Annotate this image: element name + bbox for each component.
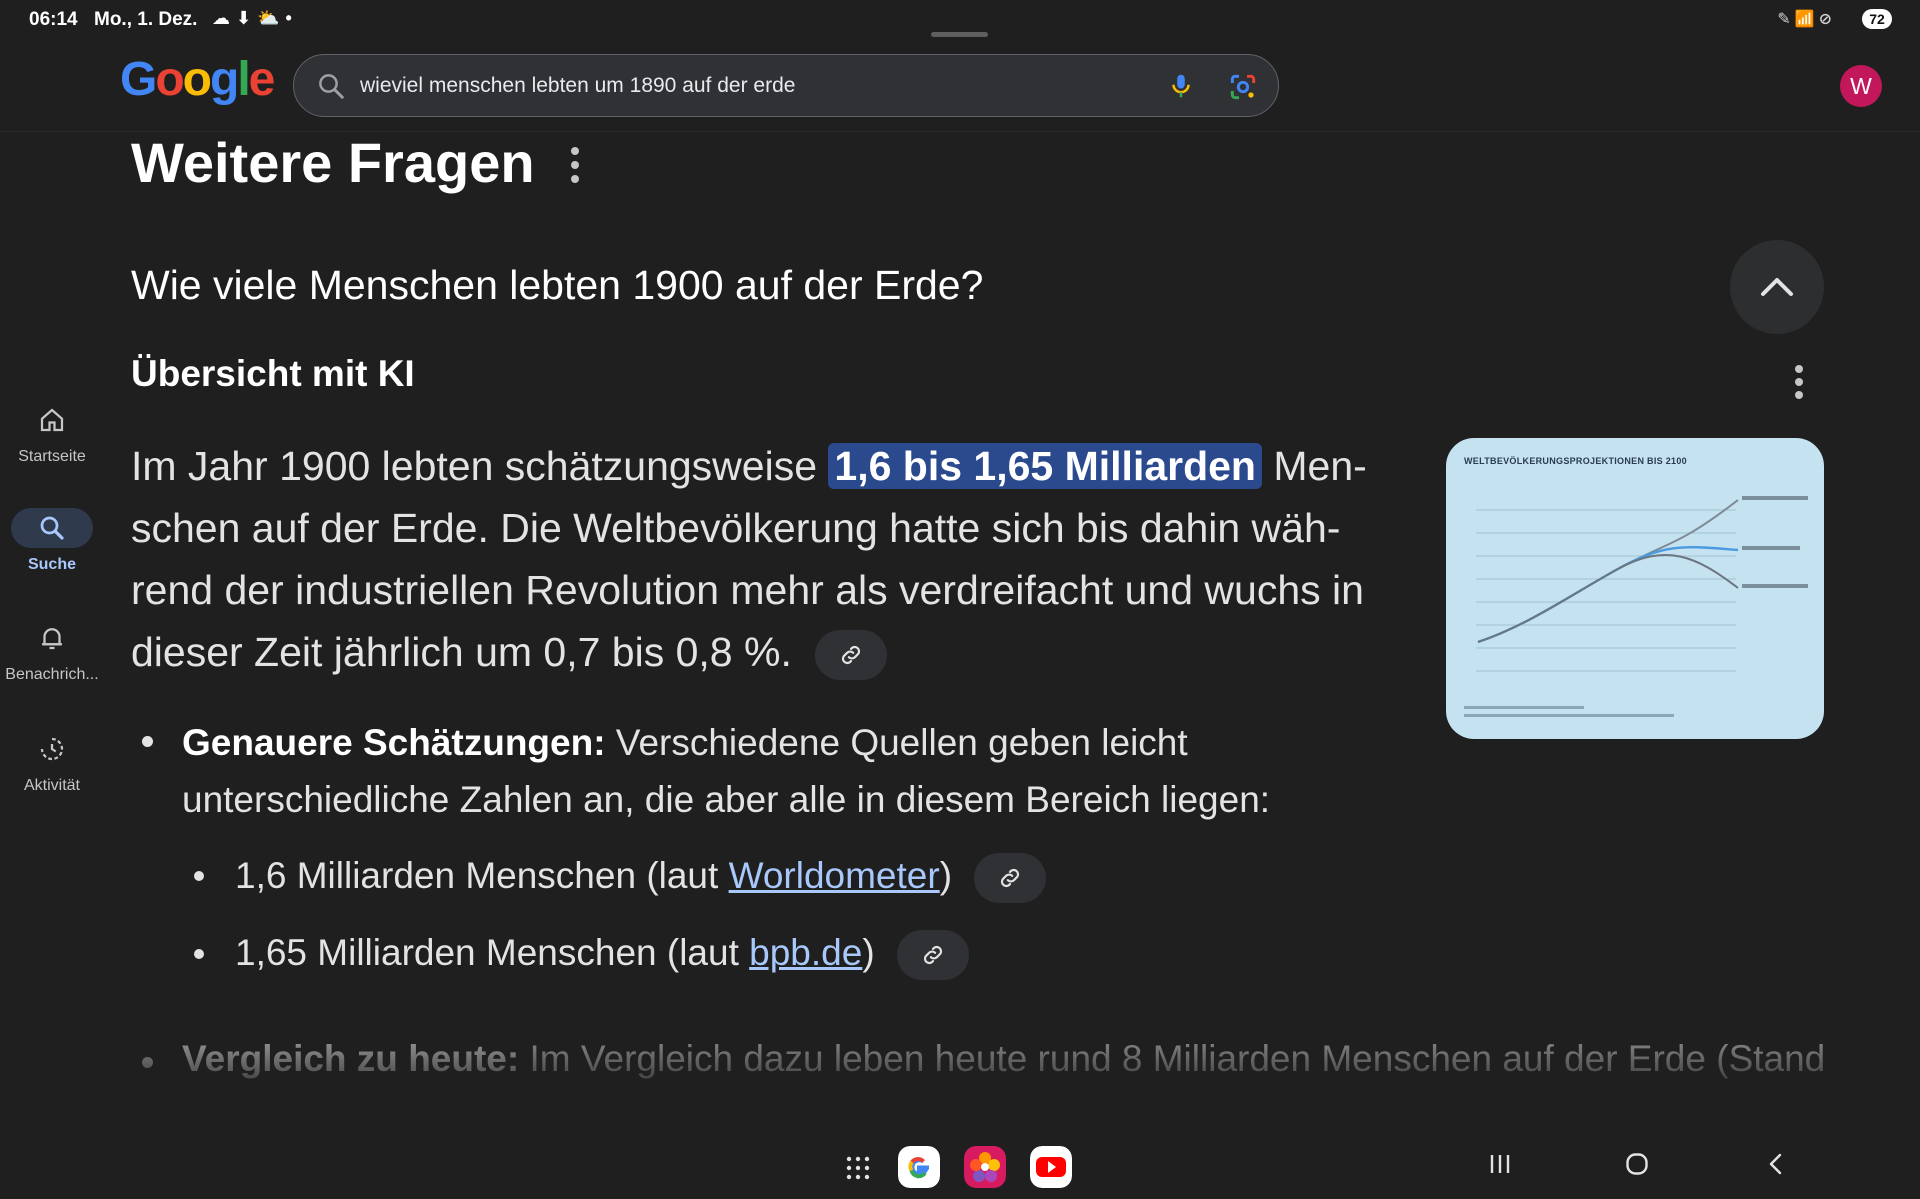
more-options-icon[interactable] <box>1786 362 1812 402</box>
list-item: 1,65 Milliarden Menschen (laut bpb.de) <box>235 930 969 980</box>
sidebar-item-suche[interactable]: Suche <box>0 508 104 608</box>
download-icon: ⬇ <box>236 8 258 28</box>
recents-icon[interactable] <box>1488 1152 1512 1176</box>
search-query-text: wieviel menschen lebten um 1890 auf der … <box>360 74 796 97</box>
drag-handle[interactable] <box>931 32 988 37</box>
link-icon <box>923 945 943 965</box>
avatar[interactable]: W <box>1840 65 1882 107</box>
source-link-button[interactable] <box>974 853 1047 903</box>
chevron-up-icon <box>1761 278 1793 296</box>
link-icon <box>1001 868 1020 888</box>
question-heading[interactable]: Wie viele Menschen lebten 1900 auf der E… <box>131 262 983 309</box>
sidebar-item-label: Aktivität <box>23 777 80 794</box>
taskbar <box>0 1130 1920 1199</box>
google-lens-icon[interactable] <box>1227 71 1259 103</box>
ai-answer-paragraph: Im Jahr 1900 lebten schätzungsweise 1,6 … <box>131 435 1406 683</box>
source-link-bpb[interactable]: bpb.de <box>749 932 862 973</box>
back-icon[interactable] <box>1764 1152 1788 1176</box>
sidebar-item-benachrichtigungen[interactable]: Benachrich... <box>0 618 104 718</box>
ai-overview-heading: Übersicht mit KI <box>131 353 415 394</box>
bullet-dot <box>194 871 204 881</box>
list-item: Genauere Schätzungen: Verschiedene Quell… <box>182 722 1271 820</box>
google-logo[interactable]: Google <box>120 52 275 107</box>
youtube-app-icon[interactable] <box>1030 1146 1072 1188</box>
list-item: 1,6 Milliarden Menschen (laut Worldomete… <box>235 853 1047 903</box>
link-icon <box>842 646 861 665</box>
source-link-button[interactable] <box>896 930 969 980</box>
wifi-icon: 📶 <box>1794 11 1819 28</box>
search-header: Google wieviel menschen lebten um 1890 a… <box>0 40 1920 132</box>
more-options-icon[interactable] <box>562 143 588 187</box>
cloud-sun-icon: ⛅ <box>257 8 286 28</box>
cloud-icon: ☁ <box>212 8 236 28</box>
source-link-worldometer[interactable]: Worldometer <box>729 855 940 896</box>
list-item: Vergleich zu heute: Im Vergleich dazu le… <box>182 1038 1826 1079</box>
bullet-dot <box>142 1057 153 1068</box>
activity-icon <box>40 737 64 761</box>
gallery-app-icon[interactable] <box>964 1146 1006 1188</box>
status-date: Mo., 1. Dez. <box>94 9 198 30</box>
thumbnail-chart-image <box>1464 496 1808 717</box>
section-title: Weitere Fragen <box>131 131 535 194</box>
sidebar-item-label: Startseite <box>18 448 86 465</box>
source-link-button[interactable] <box>815 630 888 681</box>
search-icon <box>319 74 344 99</box>
search-input[interactable]: wieviel menschen lebten um 1890 auf der … <box>293 54 1279 117</box>
home-icon <box>40 408 64 432</box>
sidebar-item-label: Suche <box>27 556 76 573</box>
bullet-dot <box>194 949 204 959</box>
dot-icon: • <box>285 8 298 28</box>
search-icon <box>40 516 64 540</box>
answer-highlight: 1,6 bis 1,65 Milliarden <box>828 443 1262 489</box>
sidebar-item-label: Benachrich... <box>5 666 99 683</box>
home-nav-icon[interactable] <box>1625 1152 1649 1176</box>
google-app-icon[interactable] <box>898 1146 940 1188</box>
mic-icon[interactable] <box>1166 71 1196 101</box>
population-chart-thumbnail[interactable]: WELTBEVÖLKERUNGSPROJEKTIONEN BIS 2100 <box>1446 438 1824 739</box>
bell-icon <box>42 628 62 650</box>
status-system-icons: ✎📶⊘ <box>1777 9 1836 29</box>
collapse-button[interactable] <box>1730 240 1824 334</box>
status-notification-icons: ☁⬇⛅• <box>212 8 298 29</box>
pen-icon: ✎ <box>1777 11 1795 28</box>
dnd-icon: ⊘ <box>1818 11 1836 28</box>
battery-indicator: 72 <box>1862 9 1892 29</box>
sidebar-item-aktivitaet[interactable]: Aktivität <box>0 729 104 829</box>
status-time: 06:14 <box>29 9 78 30</box>
bullet-dot <box>142 736 153 747</box>
sidebar-item-startseite[interactable]: Startseite <box>0 400 104 500</box>
app-drawer-icon[interactable] <box>846 1156 870 1180</box>
